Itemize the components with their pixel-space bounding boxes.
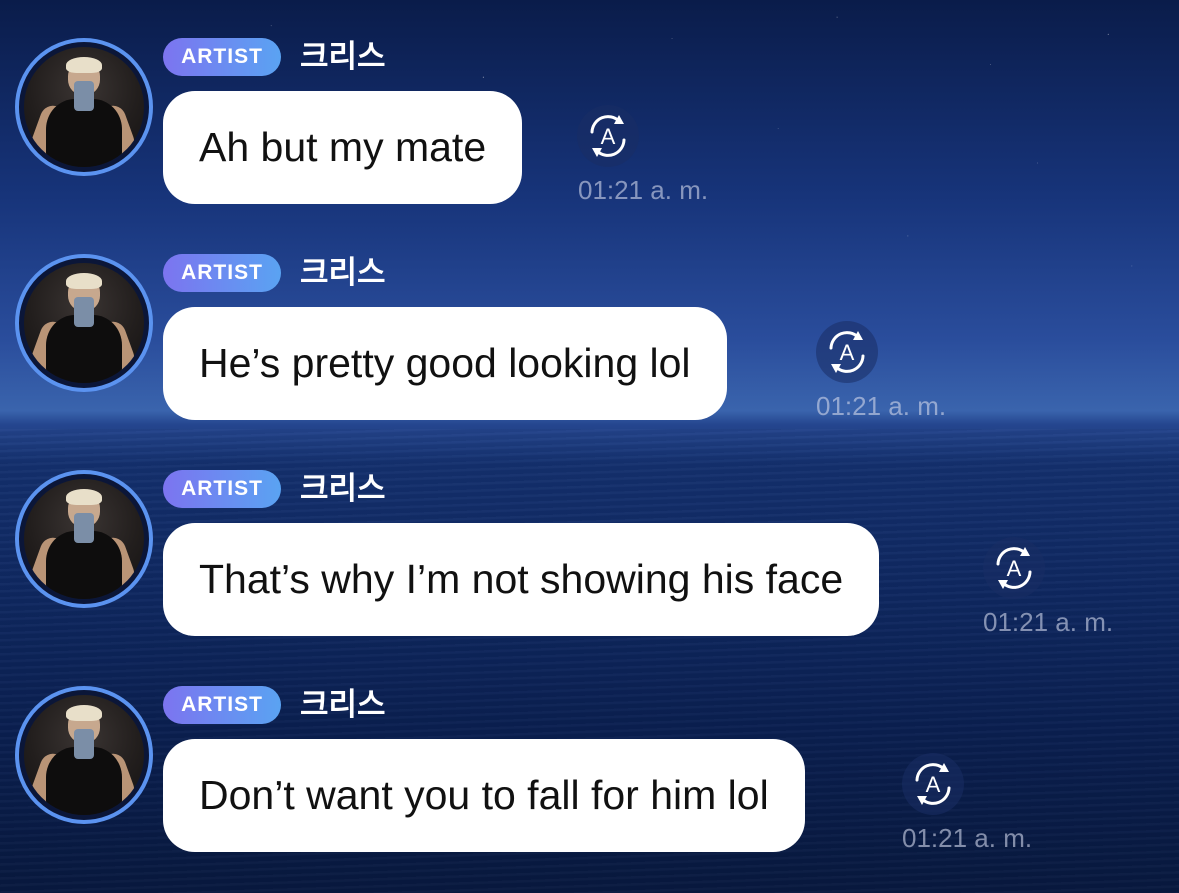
svg-text:A: A	[1007, 556, 1022, 581]
chat-message: ARTIST 크리스 That’s why I’m not showing hi…	[0, 470, 1179, 690]
svg-text:A: A	[926, 772, 941, 797]
chat-screen: ARTIST 크리스 Ah but my mate A 01:21 a. m. …	[0, 0, 1179, 893]
artist-badge: ARTIST	[163, 254, 281, 292]
sender-name[interactable]: 크리스	[300, 38, 386, 76]
auto-translate-icon[interactable]: A	[577, 105, 639, 167]
message-bubble[interactable]: He’s pretty good looking lol	[163, 307, 727, 420]
auto-translate-icon[interactable]: A	[902, 753, 964, 815]
avatar[interactable]	[15, 254, 153, 392]
timestamp: 01:21 a. m.	[578, 175, 709, 205]
timestamp: 01:21 a. m.	[983, 607, 1114, 637]
artist-badge: ARTIST	[163, 686, 281, 724]
auto-translate-icon[interactable]: A	[983, 537, 1045, 599]
sender-name[interactable]: 크리스	[300, 254, 386, 292]
avatar[interactable]	[15, 470, 153, 608]
chat-message: ARTIST 크리스 He’s pretty good looking lol …	[0, 254, 1179, 474]
profile-photo	[24, 479, 144, 599]
chat-message: ARTIST 크리스 Ah but my mate A 01:21 a. m.	[0, 38, 1179, 258]
avatar[interactable]	[15, 686, 153, 824]
timestamp: 01:21 a. m.	[816, 391, 947, 421]
message-bubble[interactable]: Don’t want you to fall for him lol	[163, 739, 805, 852]
avatar[interactable]	[15, 38, 153, 176]
sender-name[interactable]: 크리스	[300, 686, 386, 724]
auto-translate-icon[interactable]: A	[816, 321, 878, 383]
sender-name[interactable]: 크리스	[300, 470, 386, 508]
svg-text:A: A	[601, 124, 616, 149]
message-bubble[interactable]: Ah but my mate	[163, 91, 523, 204]
message-bubble[interactable]: That’s why I’m not showing his face	[163, 523, 880, 636]
profile-photo	[24, 695, 144, 815]
profile-photo	[24, 263, 144, 383]
svg-text:A: A	[840, 340, 855, 365]
chat-message: ARTIST 크리스 Don’t want you to fall for hi…	[0, 686, 1179, 893]
artist-badge: ARTIST	[163, 38, 281, 76]
timestamp: 01:21 a. m.	[902, 823, 1033, 853]
profile-photo	[24, 47, 144, 167]
artist-badge: ARTIST	[163, 470, 281, 508]
